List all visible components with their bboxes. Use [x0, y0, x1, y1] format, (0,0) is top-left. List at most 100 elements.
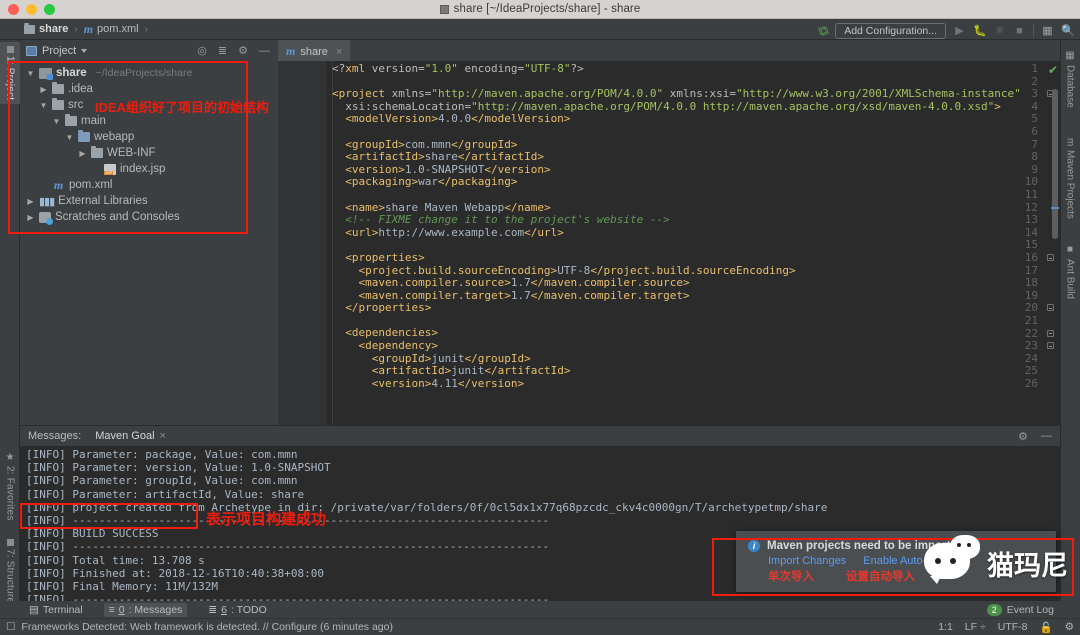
- project-tree[interactable]: ▼ share ~/IdeaProjects/share ▶ .idea ▼ src ▼ mai…: [20, 61, 278, 225]
- chevron-right-icon[interactable]: ▶: [78, 149, 87, 158]
- window-titlebar: share [~/IdeaProjects/share] - share: [0, 0, 1080, 19]
- messages-tab-label: Maven Goal: [95, 430, 155, 442]
- collapse-all-icon[interactable]: ◎: [197, 44, 207, 57]
- editor-tab-share[interactable]: m share ×: [278, 40, 351, 61]
- editor-scrollbar[interactable]: [1052, 89, 1058, 239]
- tree-node-label: main: [81, 115, 106, 127]
- window-title: share [~/IdeaProjects/share] - share: [0, 3, 1080, 15]
- tree-node-label: WEB-INF: [107, 147, 156, 159]
- star-icon: ★: [4, 452, 16, 464]
- file-encoding[interactable]: UTF-8: [998, 621, 1028, 633]
- tree-node[interactable]: ▼ share ~/IdeaProjects/share: [20, 65, 278, 81]
- add-configuration-button[interactable]: Add Configuration...: [835, 22, 946, 39]
- tree-node[interactable]: ▶ ▮▮▮ External Libraries: [20, 193, 278, 209]
- hide-panel-icon[interactable]: —: [1041, 430, 1052, 443]
- tree-node[interactable]: ▶ index.jsp: [20, 161, 278, 177]
- sidebar-item-favorites[interactable]: ★ 2: Favorites: [0, 448, 20, 525]
- code-line: <modelVersion>4.0.0</modelVersion>: [345, 112, 571, 126]
- line-separator[interactable]: LF ÷: [965, 621, 986, 633]
- chevron-right-icon[interactable]: ▶: [39, 181, 48, 190]
- close-icon[interactable]: ×: [160, 430, 166, 442]
- sort-icon[interactable]: ≣: [218, 44, 227, 57]
- chevron-down-icon[interactable]: ▼: [52, 117, 61, 126]
- settings-gear-icon[interactable]: ⚙: [238, 44, 248, 57]
- bottom-tab-terminal[interactable]: ▤ Terminal: [24, 603, 88, 617]
- debug-icon[interactable]: 🐛: [973, 24, 987, 37]
- bottom-tab-todo[interactable]: ≣ 6: TODO: [203, 603, 271, 617]
- hide-panel-icon[interactable]: —: [259, 45, 270, 57]
- breadcrumb-file[interactable]: m pom.xml: [82, 22, 141, 37]
- chevron-right-icon[interactable]: ▶: [91, 165, 100, 174]
- event-log-button[interactable]: 2 Event Log: [986, 604, 1054, 616]
- chevron-down-icon[interactable]: [81, 48, 88, 53]
- module-icon: [24, 22, 35, 34]
- search-everywhere-icon[interactable]: 🔍: [1061, 24, 1075, 37]
- tree-node-label: .idea: [68, 83, 93, 95]
- editor-gutter[interactable]: [278, 61, 326, 448]
- code-line: <maven.compiler.target>1.7</maven.compil…: [358, 288, 690, 302]
- folder-icon: [91, 145, 103, 158]
- run-with-coverage-icon[interactable]: ⚛: [993, 24, 1006, 37]
- chevron-down-icon[interactable]: ▼: [65, 133, 74, 142]
- terminal-icon: ▤: [29, 603, 39, 616]
- watermark-text: 猫玛尼: [987, 550, 1068, 581]
- event-log-count: 2: [986, 604, 1002, 616]
- tree-node[interactable]: ▶ m pom.xml: [20, 177, 278, 193]
- main-toolbar: ⧉ Add Configuration... ▶ 🐛 ⚛ ■ ▦ 🔍: [816, 20, 1075, 41]
- sidebar-item-ant-build[interactable]: ■ Ant Build: [1060, 240, 1080, 303]
- project-panel-header: Project ◎ ≣ ⚙ —: [20, 40, 278, 61]
- tree-node[interactable]: ▶ WEB-INF: [20, 145, 278, 161]
- import-changes-link[interactable]: Import Changes: [768, 555, 846, 567]
- sidebar-item-project[interactable]: 1: Project: [0, 42, 20, 105]
- structure-icon: [6, 539, 14, 546]
- sidebar-item-maven-projects[interactable]: m Maven Projects: [1060, 134, 1080, 223]
- watermark: 猫玛尼: [924, 535, 1068, 584]
- tree-node-label: src: [68, 99, 84, 111]
- project-panel-title[interactable]: Project: [42, 45, 88, 57]
- tree-node[interactable]: ▶ Scratches and Consoles: [20, 209, 278, 225]
- breadcrumb-project[interactable]: share: [22, 22, 70, 35]
- sidebar-item-structure[interactable]: 7: Structure: [0, 535, 20, 607]
- chevron-right-icon[interactable]: ▶: [26, 197, 35, 206]
- tree-node[interactable]: ▼ webapp: [20, 129, 278, 145]
- sidebar-item-database[interactable]: ▦ Database: [1060, 46, 1080, 112]
- sidebar-item-structure-label: 7: Structure: [4, 549, 16, 604]
- project-structure-icon[interactable]: ▦: [1041, 24, 1054, 37]
- memory-icon[interactable]: ⚙: [1065, 621, 1074, 633]
- module-icon: [39, 67, 53, 80]
- unlocked-icon[interactable]: 🔓: [1040, 621, 1053, 634]
- bottom-tab-messages-key: 0: [118, 603, 125, 616]
- code-line: </properties>: [345, 301, 432, 315]
- breadcrumb-project-label: share: [39, 23, 69, 35]
- maven-xml-icon: m: [286, 44, 296, 58]
- editor-tabs: m share ×: [278, 40, 1060, 61]
- code-line: <packaging>war</packaging>: [345, 175, 518, 189]
- bottom-tab-messages[interactable]: ≡ 0: Messages: [103, 602, 188, 617]
- caret-position[interactable]: 1:1: [938, 621, 953, 633]
- tree-node-label: webapp: [94, 131, 135, 143]
- sidebar-item-maven-label: Maven Projects: [1064, 150, 1076, 220]
- close-tab-icon[interactable]: ×: [336, 46, 342, 58]
- messages-tab-maven-goal[interactable]: Maven Goal ×: [95, 430, 166, 442]
- folder-icon: [78, 129, 90, 142]
- tree-node[interactable]: ▶ .idea: [20, 81, 278, 97]
- tree-node-label: index.jsp: [120, 163, 166, 175]
- status-message[interactable]: Frameworks Detected: Web framework is de…: [21, 621, 393, 633]
- stop-icon[interactable]: ■: [1013, 25, 1026, 37]
- bottom-tab-todo-label: : TODO: [230, 603, 267, 616]
- event-log-label: Event Log: [1006, 604, 1054, 616]
- code-content[interactable]: <?xml version="1.0" encoding="UTF-8"?> <…: [326, 62, 1060, 390]
- code-editor[interactable]: ✔ 1 2 3 4 5 6 7 8 9 10 11 12 13 14 15 16 17 18 19 20 21 22 23 2…: [278, 61, 1060, 448]
- chevron-down-icon[interactable]: ▼: [39, 101, 48, 110]
- code-line: <url>http://www.example.com</url>: [345, 225, 564, 239]
- run-icon[interactable]: ▶: [953, 24, 966, 37]
- chevron-right-icon[interactable]: ▶: [39, 85, 48, 94]
- settings-gear-icon[interactable]: ⚙: [1018, 430, 1028, 443]
- editor-tab-label: share: [300, 45, 328, 58]
- chevron-down-icon[interactable]: ▼: [26, 69, 35, 78]
- annotation-auto-cn: 设置自动导入: [846, 571, 915, 583]
- event-log-icon[interactable]: ☐: [6, 621, 15, 633]
- build-hammer-icon[interactable]: ⧉: [816, 21, 830, 39]
- wechat-logo-icon: [924, 535, 982, 584]
- chevron-right-icon[interactable]: ▶: [26, 213, 35, 222]
